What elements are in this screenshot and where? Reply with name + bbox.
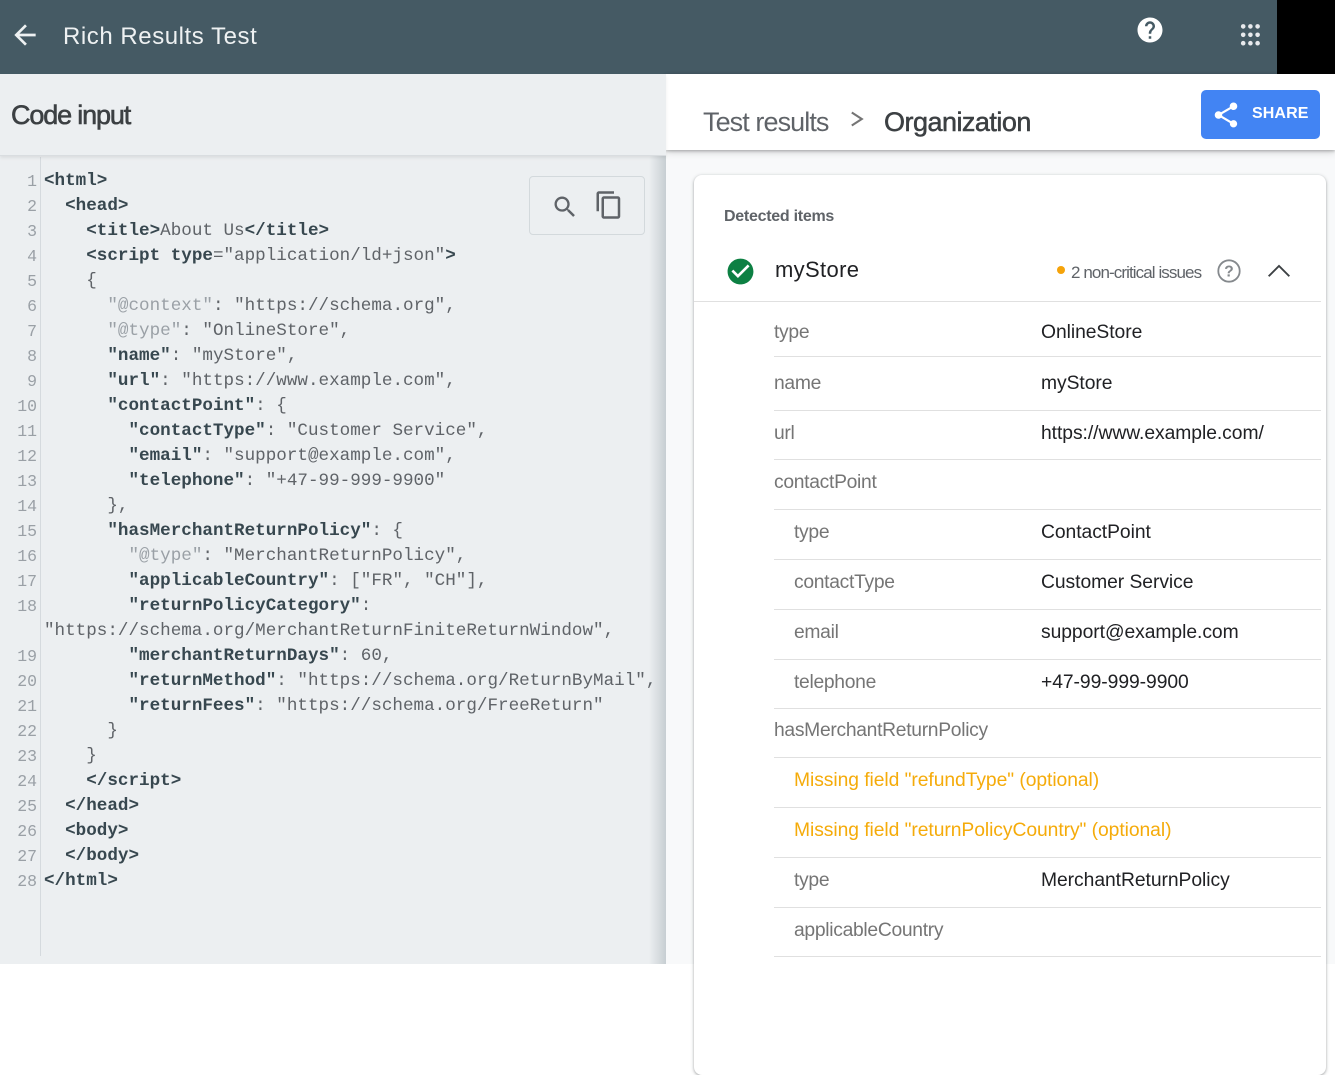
svg-text:?: ? [1224, 263, 1233, 280]
